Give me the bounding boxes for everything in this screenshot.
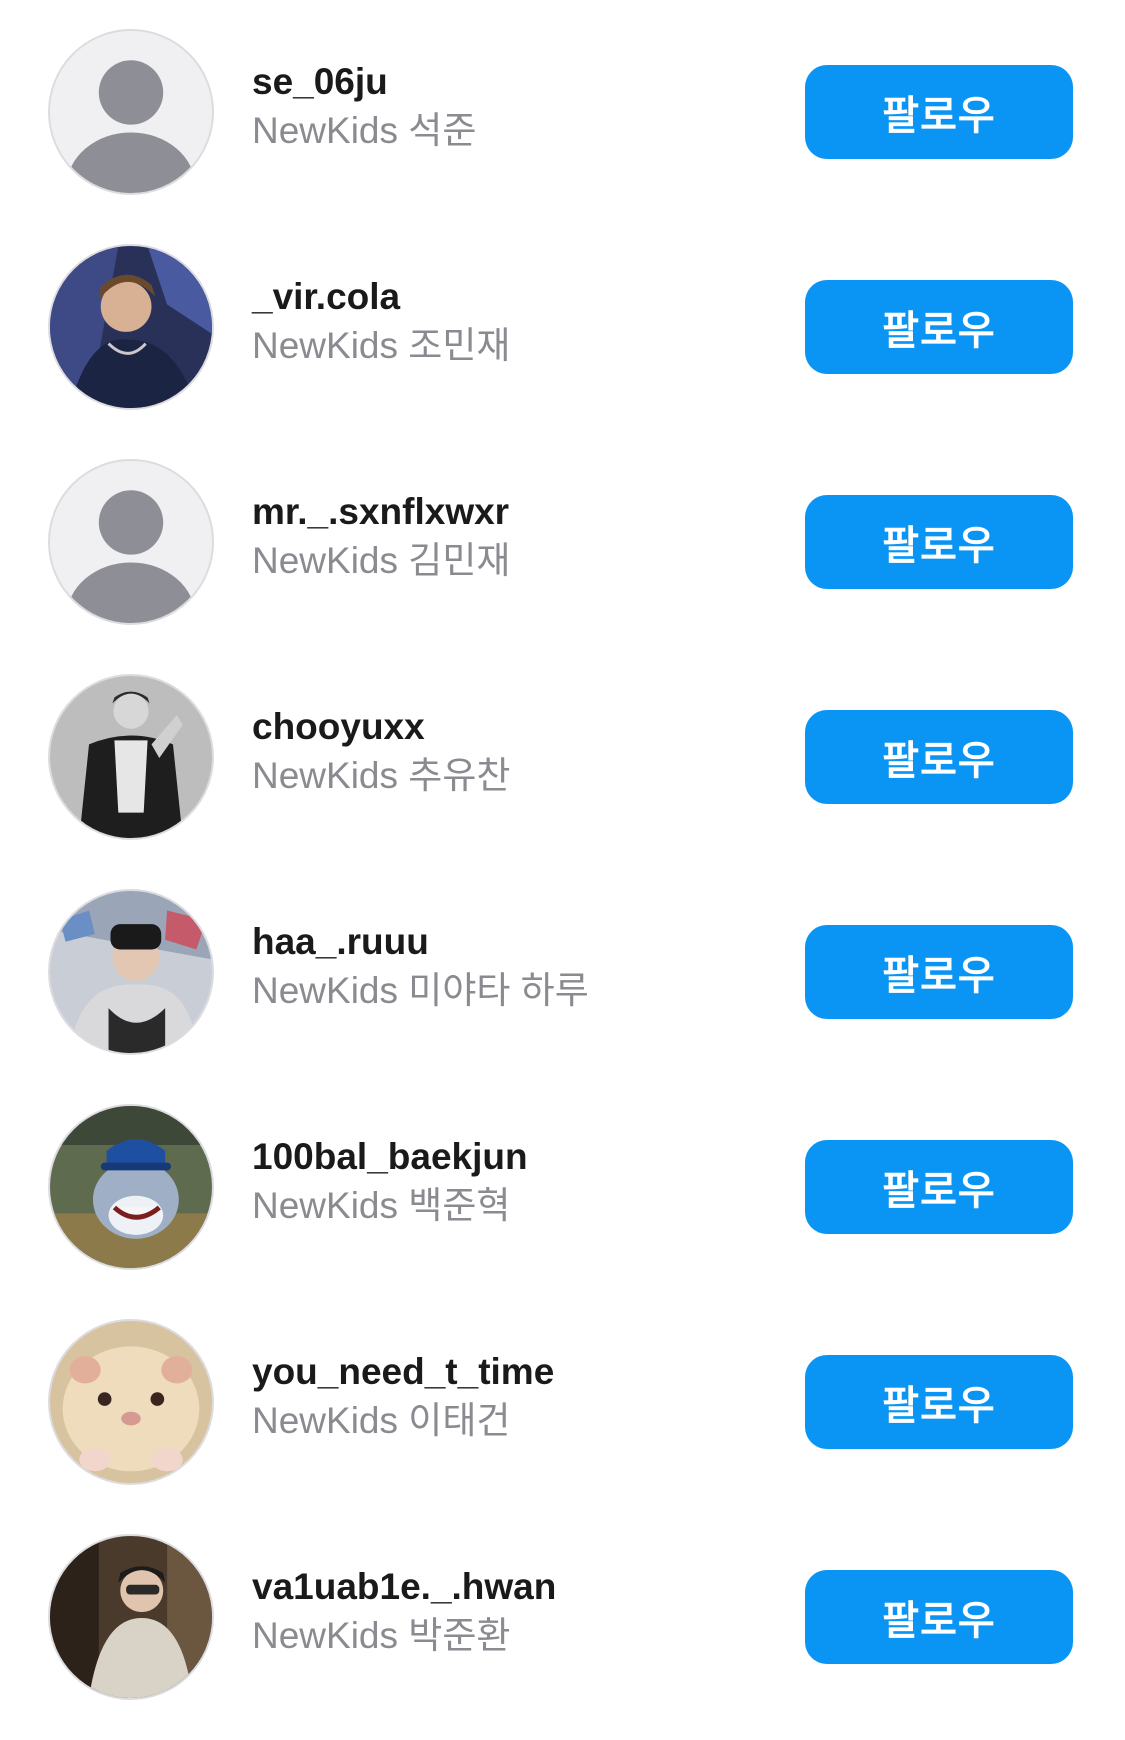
profile-photo[interactable] bbox=[48, 1534, 214, 1700]
profile-photo[interactable] bbox=[48, 1104, 214, 1270]
follow-button[interactable]: 팔로우 bbox=[805, 925, 1073, 1019]
username[interactable]: va1uab1e._.hwan bbox=[252, 1564, 772, 1610]
username[interactable]: haa_.ruuu bbox=[252, 919, 772, 965]
user-row[interactable]: chooyuxx NewKids 추유찬 팔로우 bbox=[0, 672, 1125, 842]
full-name: NewKids 김민재 bbox=[252, 540, 511, 581]
follow-button[interactable]: 팔로우 bbox=[805, 710, 1073, 804]
user-row[interactable]: you_need_t_time NewKids 이태건 팔로우 bbox=[0, 1317, 1125, 1487]
user-row[interactable]: 100bal_baekjun NewKids 백준혁 팔로우 bbox=[0, 1102, 1125, 1272]
profile-photo[interactable] bbox=[48, 674, 214, 840]
profile-photo[interactable] bbox=[48, 1319, 214, 1485]
user-row[interactable]: _vir.cola NewKids 조민재 팔로우 bbox=[0, 242, 1125, 412]
user-row[interactable]: se_06ju NewKids 석준 팔로우 bbox=[0, 27, 1125, 197]
username[interactable]: mr._.sxnflxwxr bbox=[252, 489, 772, 535]
username[interactable]: chooyuxx bbox=[252, 704, 772, 750]
username[interactable]: se_06ju bbox=[252, 59, 772, 105]
default-avatar-icon[interactable] bbox=[48, 459, 214, 625]
full-name: NewKids 추유찬 bbox=[252, 755, 511, 796]
follow-button[interactable]: 팔로우 bbox=[805, 1140, 1073, 1234]
default-avatar-icon[interactable] bbox=[48, 29, 214, 195]
user-row[interactable]: haa_.ruuu NewKids 미야타 하루 팔로우 bbox=[0, 887, 1125, 1057]
full-name: NewKids 박준환 bbox=[252, 1615, 511, 1656]
user-row[interactable]: mr._.sxnflxwxr NewKids 김민재 팔로우 bbox=[0, 457, 1125, 627]
username[interactable]: 100bal_baekjun bbox=[252, 1134, 772, 1180]
follow-button[interactable]: 팔로우 bbox=[805, 1570, 1073, 1664]
profile-photo[interactable] bbox=[48, 889, 214, 1055]
full-name: NewKids 미야타 하루 bbox=[252, 970, 589, 1011]
full-name: NewKids 조민재 bbox=[252, 325, 511, 366]
full-name: NewKids 이태건 bbox=[252, 1400, 511, 1441]
follow-button[interactable]: 팔로우 bbox=[805, 495, 1073, 589]
profile-photo[interactable] bbox=[48, 244, 214, 410]
full-name: NewKids 석준 bbox=[252, 110, 477, 151]
full-name: NewKids 백준혁 bbox=[252, 1185, 511, 1226]
username[interactable]: _vir.cola bbox=[252, 274, 772, 320]
follow-button[interactable]: 팔로우 bbox=[805, 280, 1073, 374]
follow-button[interactable]: 팔로우 bbox=[805, 65, 1073, 159]
username[interactable]: you_need_t_time bbox=[252, 1349, 772, 1395]
user-row[interactable]: va1uab1e._.hwan NewKids 박준환 팔로우 bbox=[0, 1532, 1125, 1702]
follow-button[interactable]: 팔로우 bbox=[805, 1355, 1073, 1449]
